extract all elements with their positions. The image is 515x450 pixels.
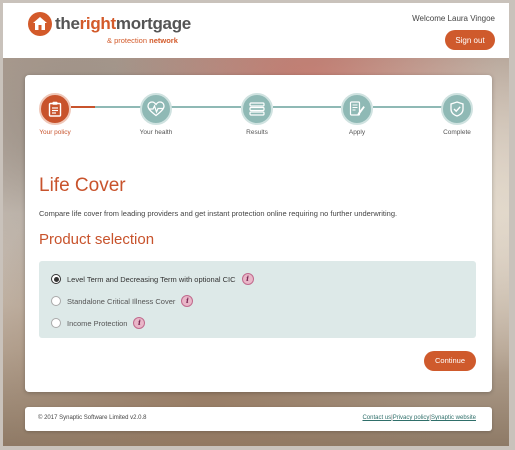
radio-selected[interactable] [51, 274, 61, 284]
option-label: Level Term and Decreasing Term with opti… [67, 274, 236, 284]
option-critical-illness[interactable]: Standalone Critical Illness Cover i [51, 294, 194, 308]
step-circle [441, 93, 473, 125]
step-label: Results [246, 129, 268, 136]
step-circle [140, 93, 172, 125]
step-your-health[interactable]: Your health [126, 93, 186, 136]
step-apply[interactable]: Apply [327, 93, 387, 136]
brand-tagline: & protection network [107, 36, 178, 45]
tagline-prefix: & protection [107, 36, 148, 45]
option-label: Standalone Critical Illness Cover [67, 296, 176, 306]
footer: © 2017 Synaptic Software Limited v2.0.8 … [25, 407, 492, 431]
brand-name: therightmortgage [55, 14, 191, 34]
continue-button[interactable]: Continue [424, 351, 476, 371]
step-label: Apply [348, 129, 366, 136]
top-bar: therightmortgage & protection network We… [3, 3, 509, 58]
step-label: Your policy [39, 129, 71, 136]
option-income-protection[interactable]: Income Protection i [51, 316, 146, 330]
page-description: Compare life cover from leading provider… [39, 209, 398, 218]
page-title: Life Cover [39, 175, 126, 196]
option-label: Income Protection [67, 318, 128, 328]
form-pen-icon [349, 101, 365, 116]
info-icon[interactable]: i [133, 317, 146, 329]
brand-mortgage: mortgage [115, 14, 191, 33]
shield-check-icon [450, 101, 464, 117]
clipboard-icon [48, 101, 62, 117]
sign-out-button[interactable]: Sign out [445, 30, 495, 50]
contact-us-link[interactable]: Contact us [362, 415, 391, 421]
info-icon[interactable]: i [241, 273, 254, 285]
info-icon[interactable]: i [181, 295, 194, 307]
step-circle [39, 93, 71, 125]
step-circle [241, 93, 273, 125]
step-complete[interactable]: Complete [427, 93, 487, 136]
section-title: Product selection [39, 231, 155, 248]
brand-the: the [55, 14, 80, 33]
welcome-text: Welcome Laura Vingoe [412, 14, 495, 23]
step-label: Complete [443, 129, 471, 136]
step-results[interactable]: Results [227, 93, 287, 136]
radio-unselected[interactable] [51, 296, 61, 306]
main-card: Your policy Your health Results Apply Co… [25, 75, 492, 392]
synaptic-website-link[interactable]: Synaptic website [431, 415, 476, 421]
step-label: Your health [139, 129, 173, 136]
option-level-term[interactable]: Level Term and Decreasing Term with opti… [51, 272, 254, 286]
list-icon [249, 102, 265, 116]
product-options-panel: Level Term and Decreasing Term with opti… [39, 261, 476, 338]
brand-right: right [79, 14, 117, 33]
heart-pulse-icon [147, 101, 165, 117]
radio-unselected[interactable] [51, 318, 61, 328]
app-window: therightmortgage & protection network We… [0, 0, 515, 450]
progress-steps: Your policy Your health Results Apply Co… [25, 75, 492, 143]
step-your-policy[interactable]: Your policy [25, 93, 85, 136]
footer-links: Contact us|Privacy policy|Synaptic websi… [362, 415, 476, 421]
copyright-text: © 2017 Synaptic Software Limited v2.0.8 [38, 415, 147, 421]
privacy-policy-link[interactable]: Privacy policy [393, 415, 430, 421]
tagline-network: network [149, 36, 178, 45]
step-circle [341, 93, 373, 125]
house-logo-icon [28, 12, 52, 36]
